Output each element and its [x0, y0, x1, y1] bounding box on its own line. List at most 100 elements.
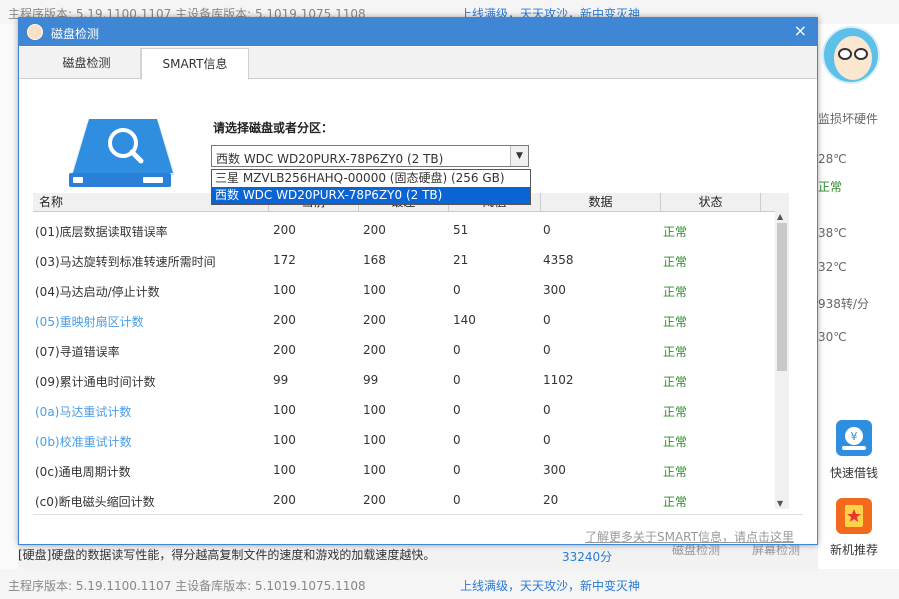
quick-loan-label[interactable]: 快速借钱	[830, 464, 878, 481]
row-name: (c0)断电磁头缩回计数	[35, 495, 155, 509]
row-threshold: 0	[453, 283, 461, 297]
row-threshold: 140	[453, 313, 476, 327]
table-row[interactable]: (05)重映射扇区计数 200 200 140 0 正常	[33, 305, 773, 335]
row-worst: 100	[363, 433, 386, 447]
row-threshold: 21	[453, 253, 469, 267]
table-row[interactable]: (07)寻道错误率 200 200 0 0 正常	[33, 335, 773, 365]
row-name: (05)重映射扇区计数	[35, 315, 144, 329]
row-data: 0	[543, 433, 551, 447]
row-current: 200	[273, 313, 296, 327]
disk-dropdown-list: 三星 MZVLB256HAHQ-00000 (固态硬盘) (256 GB) 西数…	[211, 169, 531, 205]
smart-table: 名称 当前 最差 阈值 数据 状态 (01)底层数据读取错误率200200510…	[33, 193, 789, 511]
row-data: 0	[543, 223, 551, 237]
col-status[interactable]: 状态	[661, 193, 761, 212]
row-current: 100	[273, 463, 296, 477]
row-data: 0	[543, 403, 551, 417]
scroll-up-icon[interactable]: ▲	[777, 212, 783, 221]
dropdown-option-wd[interactable]: 西数 WDC WD20PURX-78P6ZY0 (2 TB)	[212, 187, 530, 204]
side-temp-2: 38℃	[818, 226, 847, 240]
row-worst: 200	[363, 313, 386, 327]
side-temp-3: 32℃	[818, 260, 847, 274]
smart-more-info-link[interactable]: 了解更多关于SMART信息，请点击这里	[585, 528, 794, 545]
row-worst: 168	[363, 253, 386, 267]
row-threshold: 0	[453, 493, 461, 507]
row-current: 200	[273, 343, 296, 357]
money-icon[interactable]: ¥	[836, 420, 872, 456]
table-row[interactable]: (04)马达启动/停止计数 100 100 0 300 正常	[33, 275, 773, 305]
background-bottom-bar: 主程序版本: 5.19.1100.1107 主设备库版本: 5.1019.107…	[0, 569, 899, 599]
background-left-strip	[0, 24, 18, 569]
row-threshold: 0	[453, 403, 461, 417]
row-name: (07)寻道错误率	[35, 345, 120, 359]
row-threshold: 0	[453, 373, 461, 387]
badge-icon[interactable]	[836, 498, 872, 534]
row-status: 正常	[663, 405, 688, 419]
row-worst: 100	[363, 283, 386, 297]
disk-select[interactable]: 西数 WDC WD20PURX-78P6ZY0 (2 TB) ▼	[211, 145, 529, 167]
row-current: 172	[273, 253, 296, 267]
avatar[interactable]	[822, 26, 880, 84]
row-name: (0b)校准重试计数	[35, 435, 132, 449]
dialog-title-bar[interactable]: 磁盘检测 ×	[19, 18, 817, 46]
table-row[interactable]: (0c)通电周期计数 100 100 0 300 正常	[33, 455, 773, 485]
row-data: 300	[543, 283, 566, 297]
table-row[interactable]: (01)底层数据读取错误率 200 200 51 0 正常	[33, 215, 773, 245]
side-status: 正常	[818, 180, 843, 194]
row-status: 正常	[663, 465, 688, 479]
tab-smart-info[interactable]: SMART信息	[141, 48, 249, 80]
table-row[interactable]: (c0)断电磁头缩回计数 200 200 0 20 正常	[33, 485, 773, 515]
bottom-version-text: 主程序版本: 5.19.1100.1107 主设备库版本: 5.1019.107…	[8, 579, 366, 593]
row-worst: 200	[363, 493, 386, 507]
bottom-promo-link[interactable]: 上线满级，天天攻沙，新中变灭神	[460, 577, 640, 594]
disk-check-dialog: 磁盘检测 × 磁盘检测 SMART信息 请选择磁盘或者分区： 西数 WDC WD…	[18, 17, 818, 545]
row-name: (0a)马达重试计数	[35, 405, 132, 419]
row-current: 100	[273, 433, 296, 447]
row-data: 0	[543, 343, 551, 357]
bottom-description: [硬盘]硬盘的数据读写性能，得分越高复制文件的速度和游戏的加载速度越快。	[18, 548, 436, 562]
row-status: 正常	[663, 285, 688, 299]
new-device-label[interactable]: 新机推荐	[830, 541, 878, 558]
row-worst: 100	[363, 463, 386, 477]
row-data: 0	[543, 313, 551, 327]
row-threshold: 51	[453, 223, 469, 237]
chevron-down-icon[interactable]: ▼	[510, 146, 528, 166]
row-data: 4358	[543, 253, 574, 267]
dropdown-option-samsung[interactable]: 三星 MZVLB256HAHQ-00000 (固态硬盘) (256 GB)	[212, 170, 530, 187]
table-row[interactable]: (0a)马达重试计数 100 100 0 0 正常	[33, 395, 773, 425]
row-status: 正常	[663, 255, 688, 269]
row-current: 99	[273, 373, 289, 387]
row-name: (01)底层数据读取错误率	[35, 225, 168, 239]
row-worst: 100	[363, 403, 386, 417]
row-threshold: 0	[453, 463, 461, 477]
scroll-down-icon[interactable]: ▼	[777, 499, 783, 508]
row-threshold: 0	[453, 343, 461, 357]
table-row[interactable]: (0b)校准重试计数 100 100 0 0 正常	[33, 425, 773, 455]
scrollbar-thumb[interactable]	[777, 223, 787, 371]
side-temp-4: 30℃	[818, 330, 847, 344]
row-threshold: 0	[453, 433, 461, 447]
row-status: 正常	[663, 225, 688, 239]
table-row[interactable]: (03)马达旋转到标准转速所需时间 172 168 21 4358 正常	[33, 245, 773, 275]
row-status: 正常	[663, 315, 688, 329]
disk-select-value: 西数 WDC WD20PURX-78P6ZY0 (2 TB)	[216, 152, 444, 166]
row-status: 正常	[663, 345, 688, 359]
table-row[interactable]: (09)累计通电时间计数 99 99 0 1102 正常	[33, 365, 773, 395]
row-worst: 200	[363, 343, 386, 357]
tab-bar: 磁盘检测 SMART信息	[19, 47, 817, 80]
row-name: (04)马达启动/停止计数	[35, 285, 160, 299]
close-icon[interactable]: ×	[794, 21, 807, 40]
col-data[interactable]: 数据	[541, 193, 661, 212]
row-worst: 200	[363, 223, 386, 237]
hard-disk-icon	[69, 119, 175, 187]
row-worst: 99	[363, 373, 379, 387]
row-status: 正常	[663, 435, 688, 449]
side-label-hardware: 监损坏硬件	[818, 112, 879, 126]
tab-disk-check[interactable]: 磁盘检测	[33, 48, 141, 79]
row-data: 1102	[543, 373, 574, 387]
side-temp-1: 28℃	[818, 152, 847, 166]
table-scrollbar[interactable]: ▲ ▼	[775, 211, 789, 509]
row-current: 100	[273, 283, 296, 297]
row-name: (03)马达旋转到标准转速所需时间	[35, 255, 216, 269]
side-fan-speed: 938转/分	[818, 297, 869, 311]
row-status: 正常	[663, 495, 688, 509]
